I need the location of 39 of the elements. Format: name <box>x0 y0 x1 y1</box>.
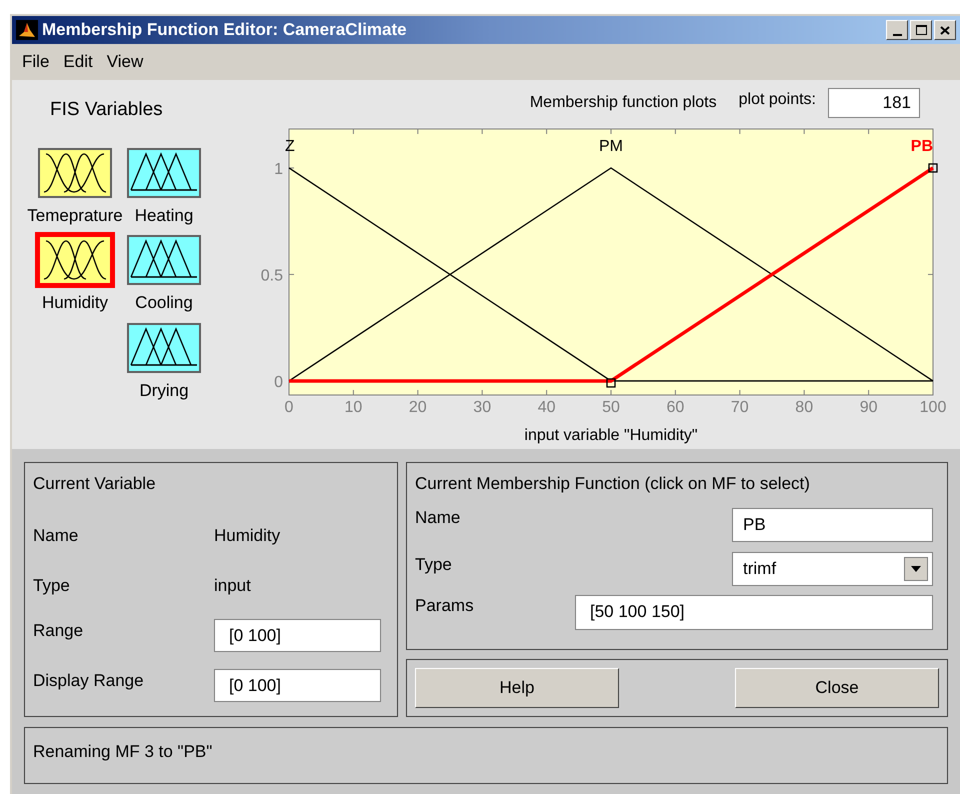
curve-label: PM <box>599 138 623 155</box>
x-tick-label: 30 <box>473 399 492 416</box>
field-value: input <box>214 574 251 597</box>
field-label: Display Range <box>33 670 145 692</box>
plot-points-label: plot points: <box>738 90 816 110</box>
plot-title: Membership function plots <box>530 93 717 113</box>
variable-label: Drying <box>139 380 189 402</box>
variable-label: Heating <box>134 204 194 226</box>
y-tick-label: 0.5 <box>260 267 283 284</box>
x-tick-label: 0 <box>284 399 294 416</box>
panel-title: Current Variable <box>33 473 156 495</box>
x-axis-label: input variable "Humidity" <box>524 427 698 444</box>
field-value: Humidity <box>214 524 280 547</box>
status-message: Renaming MF 3 to "PB" <box>33 741 212 763</box>
curve-label: Z <box>285 138 295 155</box>
curve-label: PB <box>910 138 933 155</box>
field-label: Params <box>415 595 474 618</box>
field-label: Name <box>33 524 80 547</box>
x-tick-label: 60 <box>666 399 684 416</box>
field-label: Type <box>33 574 71 597</box>
x-tick-label: 70 <box>730 399 749 416</box>
variable-label: Cooling <box>135 292 193 314</box>
y-tick-label: 0 <box>274 374 283 391</box>
field-label: Range <box>33 620 84 642</box>
window-title: Membership Function Editor: CameraClimate <box>42 19 407 42</box>
variable-label: Humidity <box>42 292 108 314</box>
field-label: Type <box>415 554 452 576</box>
x-tick-label: 50 <box>602 399 620 416</box>
x-tick-label: 10 <box>344 399 362 416</box>
x-tick-label: 40 <box>538 399 556 416</box>
panel-title: Current Membership Function (click on MF to select) <box>415 473 810 495</box>
x-tick-label: 20 <box>408 399 427 416</box>
panel-title: FIS Variables <box>50 98 163 122</box>
x-tick-label: 100 <box>920 399 946 416</box>
x-tick-label: 80 <box>795 399 814 416</box>
y-tick-label: 1 <box>274 160 283 178</box>
x-tick-label: 90 <box>860 399 878 416</box>
variable-label: Temeprature <box>27 204 123 226</box>
field-label: Name <box>415 506 460 529</box>
